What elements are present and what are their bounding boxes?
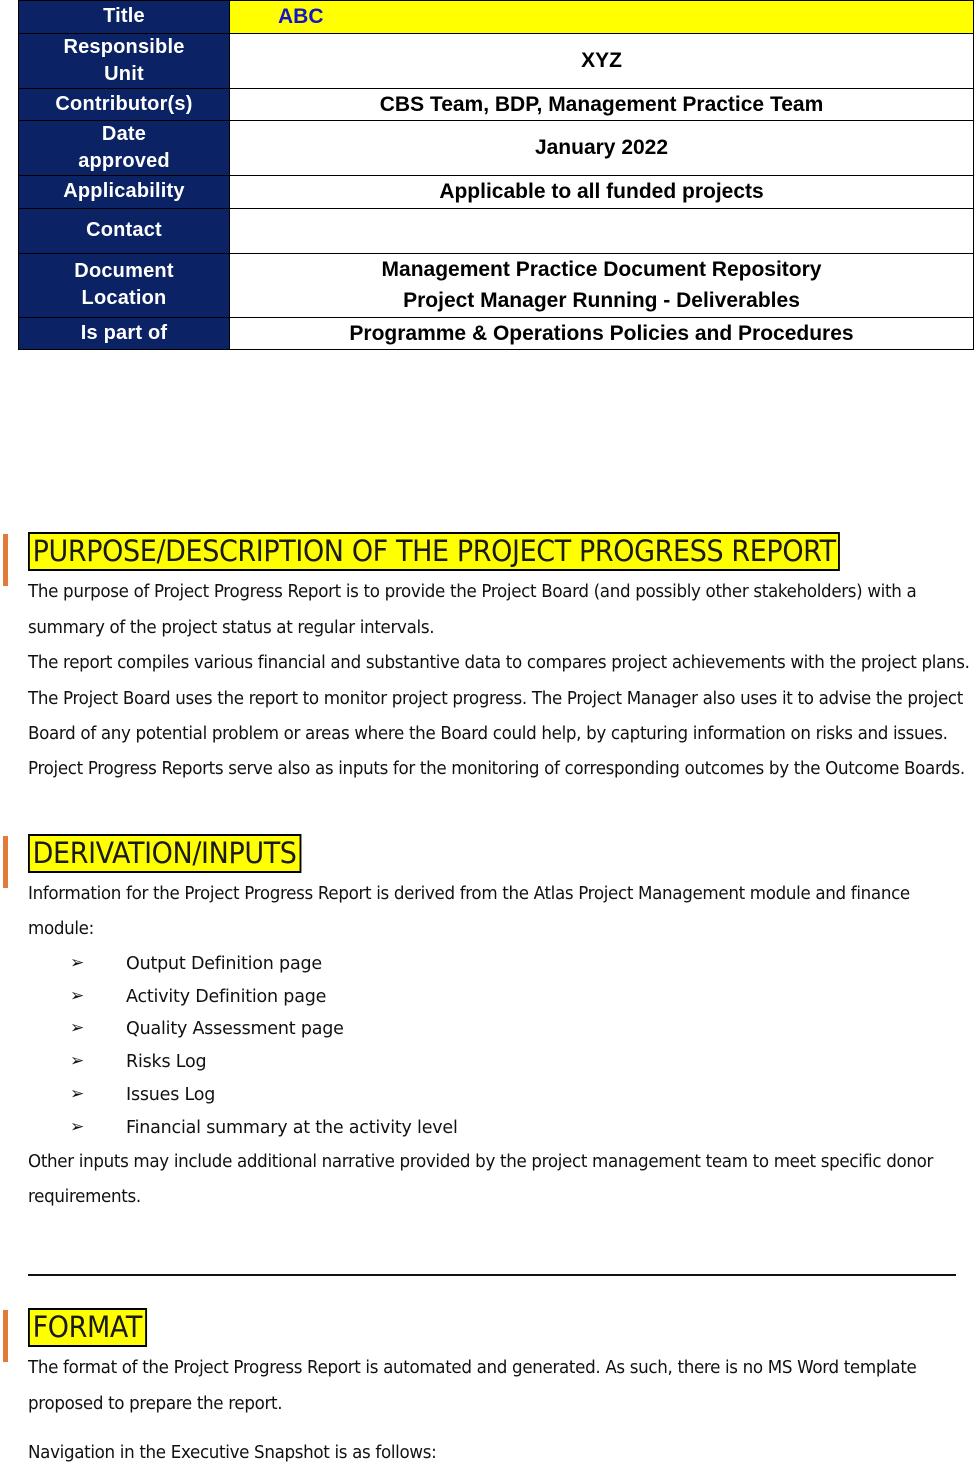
row-label-title: Title bbox=[18, 0, 230, 34]
value-line: Project Manager Running - Deliverables bbox=[403, 289, 800, 312]
row-label-applicability: Applicability bbox=[18, 175, 230, 209]
label-line: Contributor(s) bbox=[55, 92, 193, 115]
row-label-document-location: Document Location bbox=[18, 252, 230, 318]
row-value-responsible-unit: XYZ bbox=[229, 32, 974, 89]
arrow-bullet-icon: ➢ bbox=[70, 952, 85, 973]
label-line: Unit bbox=[104, 62, 144, 85]
row-value-contributors: CBS Team, BDP, Management Practice Team bbox=[229, 87, 974, 121]
label-line: Date bbox=[101, 123, 147, 145]
heading-wrap-format: FORMAT bbox=[28, 1276, 966, 1351]
row-value-applicability: Applicable to all funded projects bbox=[229, 175, 974, 209]
row-label-is-part-of: Is part of bbox=[18, 316, 230, 350]
derivation-inputs-list: ➢ Output Definition page ➢ Activity Defi… bbox=[28, 948, 966, 1145]
label-line: Applicability bbox=[63, 180, 185, 203]
list-item-label: Financial summary at the activity level bbox=[126, 1118, 458, 1139]
arrow-bullet-icon: ➢ bbox=[70, 1051, 85, 1072]
value-line: Programme & Operations Policies and Proc… bbox=[349, 321, 854, 345]
list-item-label: Risks Log bbox=[126, 1052, 207, 1073]
table-row-title: Title ABC bbox=[18, 0, 974, 34]
table-row-applicability: Applicability Applicable to all funded p… bbox=[18, 175, 974, 209]
row-label-date-approved: Date approved bbox=[18, 120, 230, 176]
change-bar-marker bbox=[3, 835, 8, 888]
row-value-date-approved: January 2022 bbox=[229, 120, 974, 176]
list-item-label: Issues Log bbox=[126, 1085, 216, 1106]
arrow-bullet-icon: ➢ bbox=[70, 1018, 85, 1039]
label-line: Title bbox=[103, 5, 145, 28]
arrow-bullet-icon: ➢ bbox=[70, 1084, 85, 1105]
label-line: Location bbox=[81, 287, 167, 309]
table-row-document-location: Document Location Management Practice Do… bbox=[18, 252, 974, 318]
row-value-title: ABC bbox=[229, 0, 974, 34]
list-item: ➢ Output Definition page bbox=[70, 948, 966, 981]
list-item-label: Activity Definition page bbox=[126, 986, 327, 1007]
heading-wrap-purpose: PURPOSE/DESCRIPTION OF THE PROJECT PROGR… bbox=[28, 500, 966, 575]
list-item: ➢ Financial summary at the activity leve… bbox=[70, 1112, 966, 1145]
change-bar-marker bbox=[3, 534, 8, 586]
list-item-label: Quality Assessment page bbox=[126, 1019, 344, 1040]
table-row-responsible-unit: Responsible Unit XYZ bbox=[18, 32, 974, 89]
section-derivation: DERIVATION/INPUTS Information for the Pr… bbox=[0, 802, 974, 1216]
label-line: approved bbox=[78, 150, 170, 172]
row-value-document-location: Management Practice Document Repository … bbox=[229, 252, 974, 318]
row-label-contact: Contact bbox=[18, 207, 230, 254]
row-label-contributors: Contributor(s) bbox=[18, 87, 230, 121]
value-line: Management Practice Document Repository bbox=[381, 257, 822, 281]
table-row-contact: Contact bbox=[18, 207, 974, 254]
derivation-closing-paragraph: Other inputs may include additional narr… bbox=[28, 1152, 934, 1208]
row-value-is-part-of: Programme & Operations Policies and Proc… bbox=[229, 316, 974, 350]
format-paragraph-1: The format of the Project Progress Repor… bbox=[28, 1358, 917, 1414]
arrow-bullet-icon: ➢ bbox=[70, 985, 85, 1006]
list-item: ➢ Quality Assessment page bbox=[70, 1013, 966, 1046]
section-heading-purpose: PURPOSE/DESCRIPTION OF THE PROJECT PROGR… bbox=[28, 532, 841, 572]
purpose-paragraph-2: The report compiles various financial an… bbox=[28, 653, 970, 780]
list-item: ➢ Risks Log bbox=[70, 1046, 966, 1079]
table-row-contributors: Contributor(s) CBS Team, BDP, Management… bbox=[18, 87, 974, 121]
label-line: Is part of bbox=[80, 321, 168, 344]
change-bar-marker bbox=[3, 1309, 8, 1362]
table-row-is-part-of: Is part of Programme & Operations Polici… bbox=[18, 316, 974, 350]
row-label-responsible-unit: Responsible Unit bbox=[18, 32, 230, 89]
label-line: Contact bbox=[86, 219, 162, 241]
section-heading-derivation: DERIVATION/INPUTS bbox=[28, 833, 302, 873]
section-purpose: PURPOSE/DESCRIPTION OF THE PROJECT PROGR… bbox=[0, 500, 974, 788]
label-line: Document bbox=[74, 260, 174, 282]
section-format: FORMAT The format of the Project Progres… bbox=[0, 1276, 974, 1471]
row-value-contact bbox=[229, 207, 974, 254]
label-line: Responsible bbox=[63, 35, 185, 58]
value-line: CBS Team, BDP, Management Practice Team bbox=[379, 92, 824, 116]
value-line: XYZ bbox=[581, 48, 622, 72]
list-item-label: Output Definition page bbox=[126, 953, 322, 974]
arrow-bullet-icon: ➢ bbox=[70, 1117, 85, 1138]
value-line: ABC bbox=[278, 5, 324, 28]
value-line: January 2022 bbox=[534, 136, 669, 160]
document-metadata-table: Title ABC Responsible Unit XYZ Contribut… bbox=[18, 0, 974, 350]
heading-wrap-derivation: DERIVATION/INPUTS bbox=[28, 802, 966, 877]
section-heading-format: FORMAT bbox=[28, 1307, 147, 1348]
purpose-paragraph-1: The purpose of Project Progress Report i… bbox=[28, 582, 917, 638]
list-item: ➢ Issues Log bbox=[70, 1079, 966, 1112]
document-body: PURPOSE/DESCRIPTION OF THE PROJECT PROGR… bbox=[0, 500, 974, 1471]
metadata-table-body: Title ABC Responsible Unit XYZ Contribut… bbox=[18, 0, 974, 350]
table-row-date-approved: Date approved January 2022 bbox=[18, 120, 974, 176]
list-item: ➢ Activity Definition page bbox=[70, 981, 966, 1014]
derivation-intro-paragraph: Information for the Project Progress Rep… bbox=[28, 884, 910, 940]
value-line: Applicable to all funded projects bbox=[439, 180, 764, 203]
